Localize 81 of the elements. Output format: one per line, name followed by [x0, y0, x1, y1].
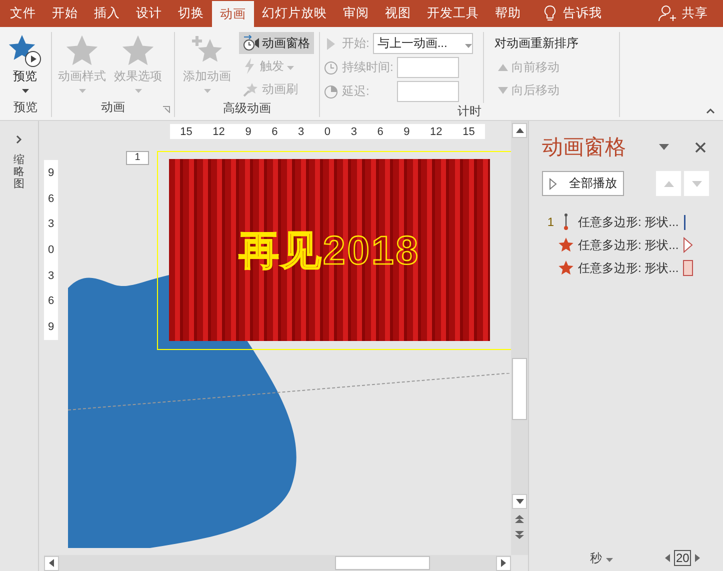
scrollbar-thumb[interactable]: [335, 556, 430, 570]
timeline-bar: [682, 260, 693, 276]
group-label: 高级动画: [223, 100, 271, 117]
group-label: 预览: [14, 99, 38, 116]
reorder-title: 对动画重新排序: [494, 35, 578, 52]
menu-tab[interactable]: 文件: [2, 0, 44, 27]
up-triangle-icon: [516, 128, 524, 133]
menu-tab[interactable]: 动画: [212, 1, 254, 27]
lightbulb-icon[interactable]: [543, 5, 557, 22]
caret-icon: [606, 558, 613, 562]
slide-title: 再见2018: [239, 228, 420, 274]
play-all-button[interactable]: 全部播放: [542, 171, 624, 196]
down-triangle-icon: [692, 180, 702, 186]
thumbnails-label[interactable]: 缩略图: [14, 154, 24, 190]
star-icon: [558, 260, 574, 276]
up-triangle-icon: [498, 64, 508, 70]
timeline-bar: [682, 214, 686, 230]
dialog-launcher-icon[interactable]: [163, 106, 170, 113]
person-add-icon[interactable]: [658, 5, 676, 22]
right-triangle-icon[interactable]: [695, 554, 700, 562]
vertical-ruler: 9 6 3 0 3 6 9: [44, 160, 58, 340]
animation-item[interactable]: 1 任意多边形: 形状...: [542, 212, 709, 232]
left-triangle-icon: [49, 559, 54, 567]
scroll-right-button[interactable]: [496, 556, 511, 570]
caret-icon: [134, 89, 142, 93]
start-label: 开始:: [342, 35, 370, 52]
clock-icon: [324, 84, 338, 98]
menu-tab[interactable]: 切换: [170, 0, 212, 27]
play-icon: [549, 178, 557, 190]
menu-tab[interactable]: 帮助: [487, 0, 529, 27]
scroll-left-button[interactable]: [44, 556, 59, 570]
clock-icon: [324, 60, 338, 74]
caret-icon: [204, 89, 210, 93]
pane-title: 动画窗格: [542, 135, 627, 161]
lightning-icon: [243, 58, 257, 74]
menu-tab[interactable]: 设计: [128, 0, 170, 27]
up-triangle-icon: [664, 180, 674, 186]
menu-tab[interactable]: 幻灯片放映: [254, 0, 335, 27]
previous-slide-icon[interactable]: [515, 514, 524, 524]
timeline-bar: [682, 237, 693, 253]
star-brush-icon: [243, 81, 259, 97]
menu-tab[interactable]: 开发工具: [419, 0, 487, 27]
caret-icon: [465, 44, 472, 48]
star-icon: [558, 237, 574, 253]
star-play-icon: [8, 34, 42, 68]
tell-me-link[interactable]: 告诉我: [563, 5, 602, 22]
group-label: 计时: [458, 103, 482, 120]
clock-icon: [243, 35, 259, 51]
zoom-field[interactable]: 20: [674, 550, 692, 566]
menu-tab[interactable]: 视图: [377, 0, 419, 27]
star-icon: [65, 34, 99, 68]
star-icon: [121, 34, 155, 68]
caret-icon: [659, 144, 669, 150]
close-icon: [694, 142, 706, 152]
animation-item[interactable]: 任意多边形: 形状...: [542, 235, 709, 255]
scroll-up-button[interactable]: [512, 123, 527, 138]
group-label: 动画: [101, 99, 125, 116]
animation-item[interactable]: 任意多边形: 形状...: [542, 258, 709, 278]
time-unit-dropdown[interactable]: 秒: [590, 550, 602, 566]
menu-tab[interactable]: 开始: [44, 0, 86, 27]
caret-icon: [22, 89, 28, 93]
down-triangle-icon: [516, 499, 524, 504]
menu-tab[interactable]: 插入: [86, 0, 128, 27]
ribbon-button[interactable]: 动画窗格: [239, 32, 314, 54]
caret-icon: [78, 89, 86, 93]
scrollbar-thumb[interactable]: [512, 358, 527, 420]
collapse-ribbon-icon[interactable]: [706, 108, 715, 114]
preview-button[interactable]: 预览: [4, 32, 46, 99]
slide-number: 1: [126, 151, 149, 165]
expand-icon[interactable]: [16, 135, 22, 144]
next-slide-icon[interactable]: [515, 530, 524, 540]
horizontal-ruler: 15 12 9 6 3 0 3 6 9 12 15: [170, 124, 485, 139]
delay-label: 延迟:: [342, 83, 370, 100]
caret-icon: [287, 66, 294, 70]
duration-label: 持续时间:: [342, 59, 394, 76]
left-triangle-icon[interactable]: [665, 554, 670, 562]
share-button[interactable]: 共享: [682, 5, 708, 22]
menu-tab[interactable]: 审阅: [335, 0, 377, 27]
right-triangle-icon: [501, 559, 506, 567]
scroll-down-button[interactable]: [512, 494, 527, 509]
down-triangle-icon: [498, 86, 508, 94]
